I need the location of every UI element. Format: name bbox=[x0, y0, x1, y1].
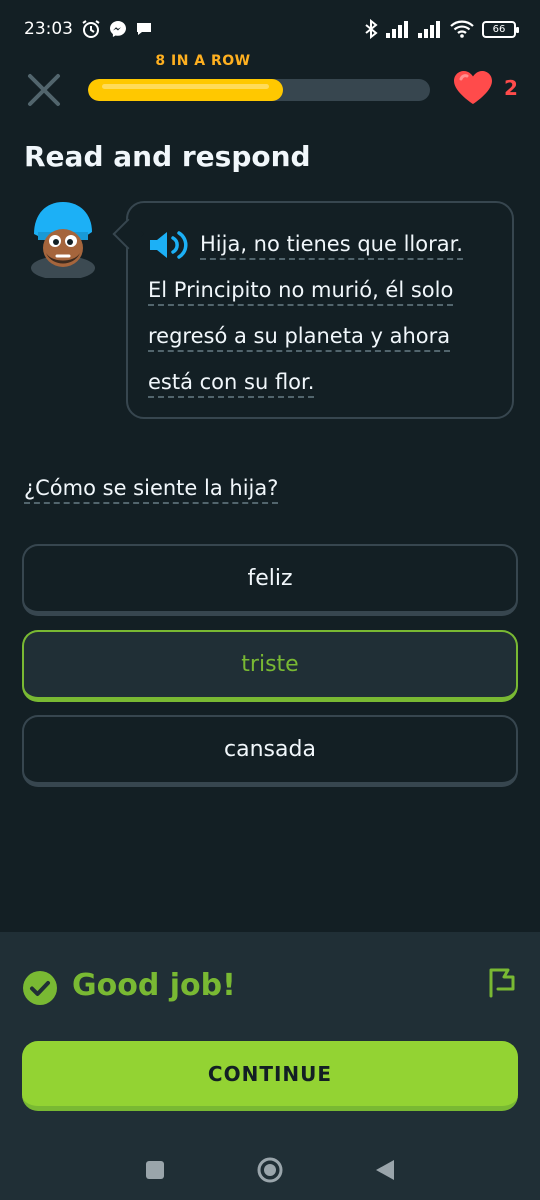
question-text: ¿Cómo se siente la hija? bbox=[24, 476, 279, 504]
character-avatar bbox=[28, 198, 98, 280]
system-nav-bar bbox=[0, 1140, 540, 1200]
option-label: cansada bbox=[224, 737, 316, 762]
check-icon bbox=[23, 971, 57, 1005]
back-nav-icon[interactable] bbox=[374, 1158, 396, 1182]
passage-line[interactable]: regresó a su planeta y ahora bbox=[148, 324, 451, 352]
character-illustration bbox=[31, 202, 95, 280]
hearts-count: 2 bbox=[504, 76, 518, 100]
passage-text: Hija, no tienes que llorar. El Principit… bbox=[148, 221, 492, 405]
bluetooth-icon bbox=[365, 19, 378, 39]
answer-option-feliz[interactable]: feliz bbox=[22, 544, 518, 616]
close-button[interactable] bbox=[24, 70, 64, 110]
play-audio-button[interactable] bbox=[148, 229, 192, 261]
alarm-icon bbox=[82, 20, 100, 38]
option-label: triste bbox=[241, 652, 299, 677]
status-bar: 23:03 66 bbox=[0, 0, 540, 58]
hearts-counter[interactable]: 2 bbox=[452, 70, 518, 106]
square-nav-icon[interactable] bbox=[144, 1159, 166, 1181]
continue-label: CONTINUE bbox=[207, 1061, 333, 1086]
chat-icon bbox=[137, 23, 151, 35]
passage-line[interactable]: El Principito no murió, él solo bbox=[148, 278, 454, 306]
feedback-message: Good job! bbox=[72, 968, 236, 1003]
page-title: Read and respond bbox=[24, 140, 311, 173]
question-words[interactable]: ¿Cómo se siente la hija? bbox=[24, 476, 279, 504]
passage-line[interactable]: Hija, no tienes que llorar. bbox=[200, 232, 463, 260]
close-icon bbox=[28, 74, 60, 106]
answer-option-triste[interactable]: triste bbox=[22, 630, 518, 702]
option-label: feliz bbox=[247, 566, 293, 591]
lesson-progress-fill bbox=[88, 79, 283, 101]
flag-icon[interactable] bbox=[486, 966, 516, 998]
answer-option-cansada[interactable]: cansada bbox=[22, 715, 518, 787]
speaker-icon bbox=[150, 231, 188, 259]
continue-button[interactable]: CONTINUE bbox=[22, 1041, 518, 1111]
status-time: 23:03 bbox=[24, 19, 73, 39]
messenger-icon bbox=[110, 21, 126, 37]
wifi-icon bbox=[450, 20, 474, 38]
passage-line[interactable]: está con su flor. bbox=[148, 370, 315, 398]
battery-level: 66 bbox=[492, 23, 506, 35]
signal-icon bbox=[418, 21, 440, 38]
lesson-progress-bar bbox=[88, 79, 430, 101]
battery-icon: 66 bbox=[482, 20, 519, 38]
signal-icon bbox=[386, 21, 408, 38]
streak-label: 8 IN A ROW bbox=[155, 53, 251, 69]
speech-bubble: Hija, no tienes que llorar. El Principit… bbox=[126, 201, 514, 419]
home-nav-icon[interactable] bbox=[256, 1156, 284, 1184]
status-right: 66 bbox=[364, 19, 519, 39]
status-left: 23:03 bbox=[24, 19, 153, 39]
heart-icon bbox=[454, 71, 492, 104]
